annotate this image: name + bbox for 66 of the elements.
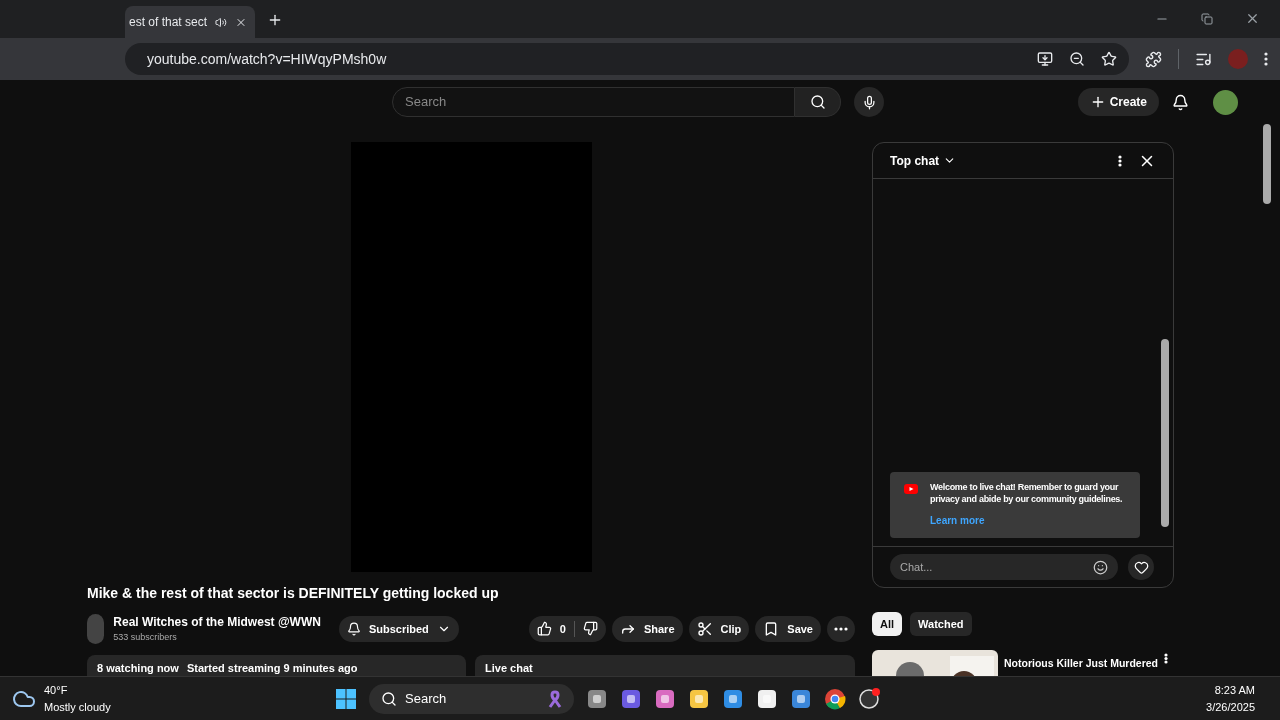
install-icon[interactable] — [1037, 51, 1053, 67]
search-field[interactable]: Search — [392, 87, 795, 117]
menu-icon[interactable] — [1264, 52, 1268, 66]
browser-tab[interactable]: est of that sect — [125, 6, 255, 38]
search-placeholder: Search — [405, 93, 447, 112]
subscriber-count: 533 subscribers — [113, 631, 178, 644]
temperature: 40°F — [44, 683, 69, 698]
chat-input[interactable]: Chat... — [890, 554, 1118, 580]
chat-mode-dropdown[interactable]: Top chat — [890, 151, 957, 170]
chrome-icon[interactable] — [824, 687, 846, 710]
ribbon-icon — [548, 689, 562, 708]
search-button[interactable] — [795, 87, 841, 117]
more-icon[interactable] — [1118, 154, 1122, 167]
create-button[interactable]: Create — [1077, 88, 1159, 116]
address-bar[interactable]: youtube.com/watch?v=HIWqyPMsh0w — [125, 43, 1129, 75]
channel-name[interactable]: Real Witches of the Midwest @WWN — [113, 613, 321, 631]
new-tab-icon[interactable] — [267, 12, 283, 28]
suggestion-title[interactable]: Notorious Killer Just Murdered — [1004, 657, 1159, 669]
taskbar-search-placeholder: Search — [405, 689, 448, 708]
heart-button[interactable] — [1128, 554, 1154, 580]
video-title: Mike & the rest of that sector is DEFINITELY getting locked up — [87, 584, 500, 603]
restore-icon[interactable] — [1201, 12, 1213, 25]
more-icon — [834, 626, 848, 631]
save-button[interactable]: Save — [755, 615, 821, 642]
chat-placeholder: Chat... — [900, 559, 934, 575]
tab-title: est of that sect — [129, 14, 208, 31]
chat-scrollbar[interactable] — [1161, 339, 1169, 527]
live-chat-label[interactable]: Live chat — [485, 661, 533, 675]
extensions-icon[interactable] — [1145, 50, 1162, 68]
speaker-icon[interactable] — [215, 15, 227, 29]
like-button[interactable]: 0 — [536, 620, 566, 637]
share-button[interactable]: Share — [611, 615, 683, 642]
weather-text: Mostly cloudy — [44, 699, 111, 715]
bookmark-star-icon[interactable] — [1101, 51, 1117, 67]
more-icon[interactable] — [1164, 653, 1169, 664]
taskbar-search[interactable]: Search — [369, 683, 574, 714]
notifications-icon[interactable] — [1172, 93, 1189, 111]
clock-date[interactable]: 3/26/2025 — [1206, 698, 1255, 715]
microphone-icon — [861, 94, 877, 110]
voice-search-button[interactable] — [854, 87, 884, 117]
heart-icon — [1133, 559, 1149, 575]
filter-chip[interactable]: All — [872, 612, 903, 636]
more-actions-button[interactable] — [827, 615, 855, 642]
windows-start-icon[interactable] — [335, 687, 357, 710]
bell-icon — [346, 621, 361, 636]
learn-more-link[interactable]: Learn more — [930, 513, 1132, 528]
welcome-message: Welcome to live chat! Remember to guard your privacy and abide by our community guidelines. — [930, 481, 1124, 505]
youtube-icon — [904, 484, 918, 494]
url-text: youtube.com/watch?v=HIWqyPMsh0w — [147, 49, 388, 69]
account-avatar[interactable] — [1213, 89, 1238, 115]
thumbs-up-icon — [536, 621, 552, 637]
clip-button[interactable]: Clip — [688, 615, 750, 642]
filter-chip[interactable]: Watched — [910, 612, 972, 636]
emoji-icon[interactable] — [1093, 559, 1108, 575]
clock-time[interactable]: 8:23 AM — [1214, 682, 1255, 699]
search-icon — [381, 690, 397, 707]
dislike-icon[interactable] — [582, 621, 598, 637]
search-icon — [809, 94, 826, 110]
viewer-count: 8 watching now — [97, 661, 179, 675]
page-scrollbar[interactable] — [1263, 124, 1271, 204]
subscribed-button[interactable]: Subscribed — [338, 615, 459, 642]
description-box[interactable]: 8 watching now Started streaming 9 minutes ago — [87, 654, 466, 676]
stream-start: Started streaming 9 minutes ago — [186, 661, 358, 675]
close-window-icon[interactable] — [1245, 11, 1260, 26]
zoom-icon[interactable] — [1069, 51, 1085, 67]
scissors-icon — [696, 620, 713, 637]
